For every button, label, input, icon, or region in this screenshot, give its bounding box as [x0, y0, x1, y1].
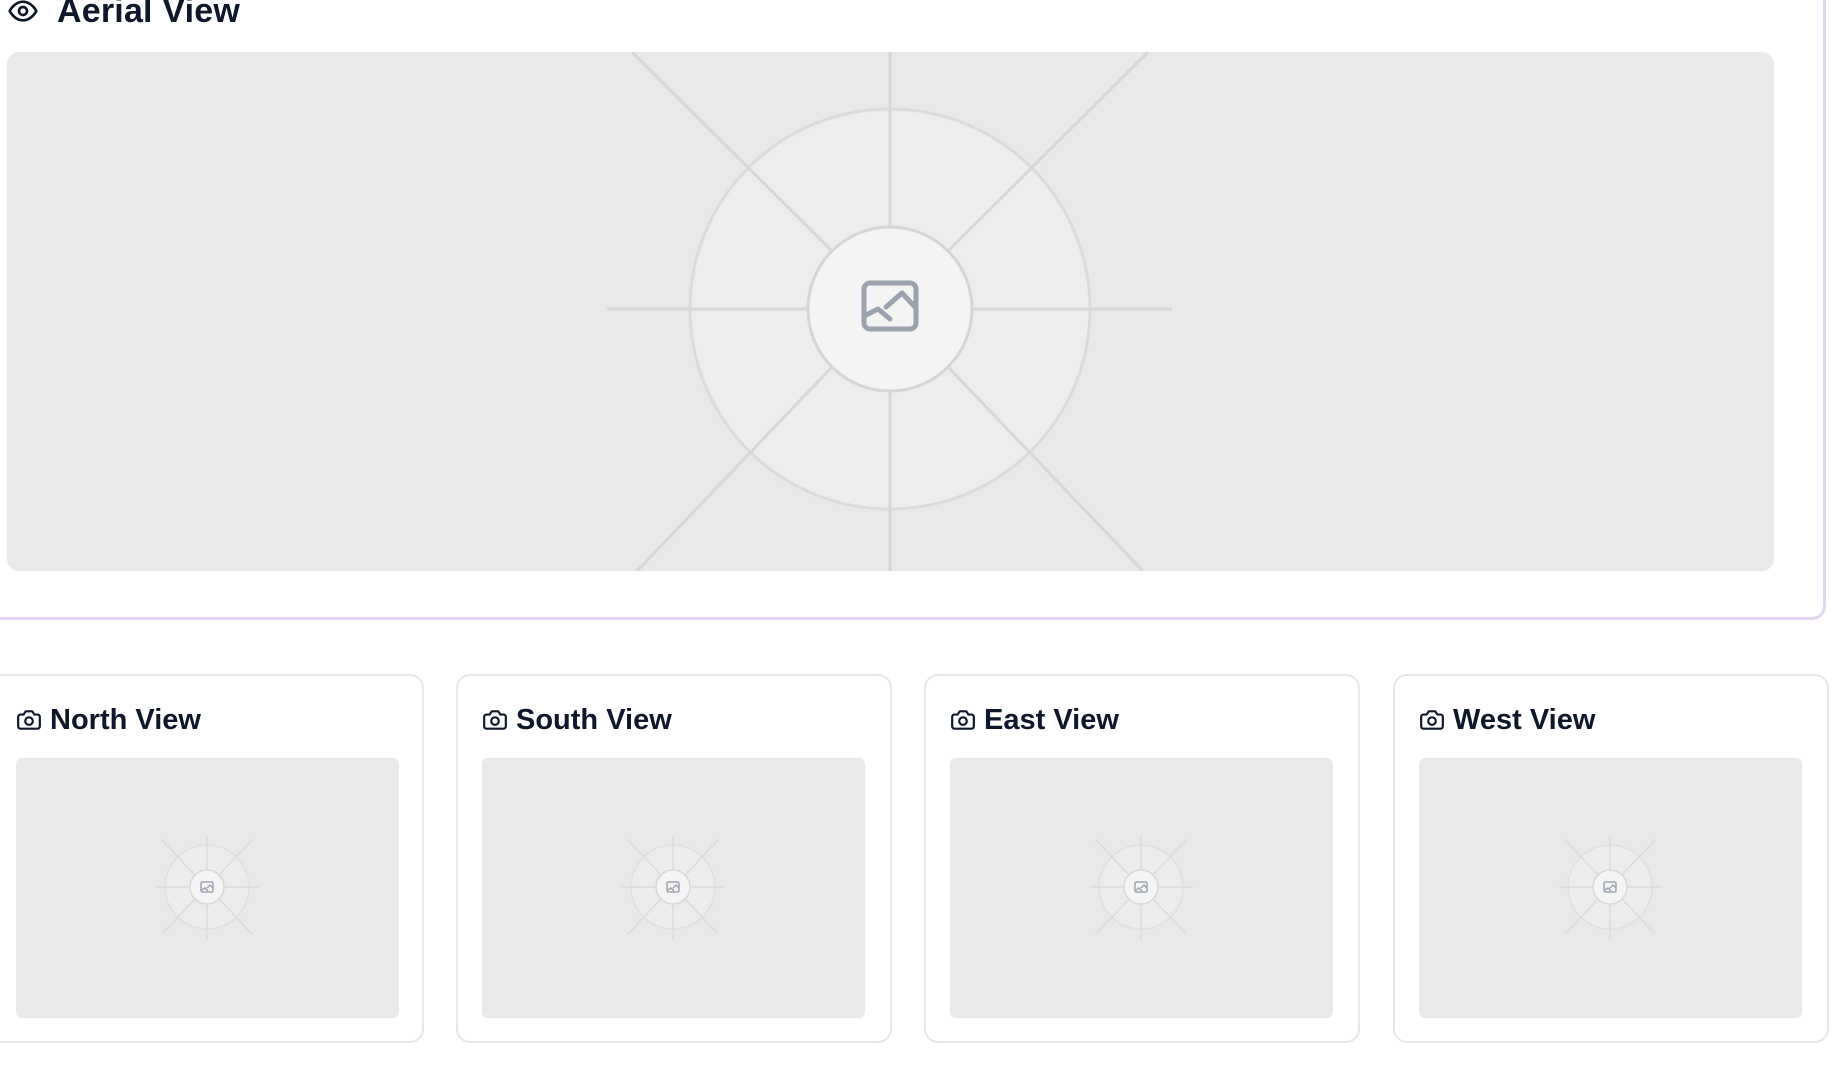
- north-view-title: North View: [50, 703, 201, 736]
- camera-icon: [482, 707, 508, 733]
- north-view-card: North View: [0, 674, 424, 1043]
- placeholder-graphic: [622, 836, 725, 940]
- aerial-placeholder-graphic: [607, 52, 1172, 571]
- aerial-view-image[interactable]: [7, 52, 1774, 571]
- north-view-header: North View: [16, 702, 201, 738]
- south-view-title: South View: [516, 703, 672, 736]
- camera-icon: [16, 707, 42, 733]
- aerial-view-card: Aerial View: [0, 0, 1826, 620]
- south-view-header: South View: [482, 702, 672, 738]
- placeholder-graphic: [1559, 836, 1662, 940]
- page: Aerial View North View South View East V…: [0, 0, 1842, 1074]
- east-view-title: East View: [984, 703, 1119, 736]
- south-view-card: South View: [456, 674, 892, 1043]
- east-view-card: East View: [924, 674, 1360, 1043]
- aerial-view-title: Aerial View: [57, 0, 241, 30]
- west-view-title: West View: [1453, 703, 1596, 736]
- east-view-image[interactable]: [950, 758, 1333, 1018]
- placeholder-graphic: [156, 836, 259, 940]
- north-view-image[interactable]: [16, 758, 399, 1018]
- south-view-image[interactable]: [482, 758, 865, 1018]
- camera-icon: [950, 707, 976, 733]
- west-view-card: West View: [1393, 674, 1829, 1043]
- west-view-image[interactable]: [1419, 758, 1802, 1018]
- aerial-view-header: Aerial View: [7, 0, 240, 33]
- camera-icon: [1419, 707, 1445, 733]
- east-view-header: East View: [950, 702, 1119, 738]
- placeholder-graphic: [1090, 836, 1193, 940]
- eye-icon: [7, 0, 39, 27]
- west-view-header: West View: [1419, 702, 1595, 738]
